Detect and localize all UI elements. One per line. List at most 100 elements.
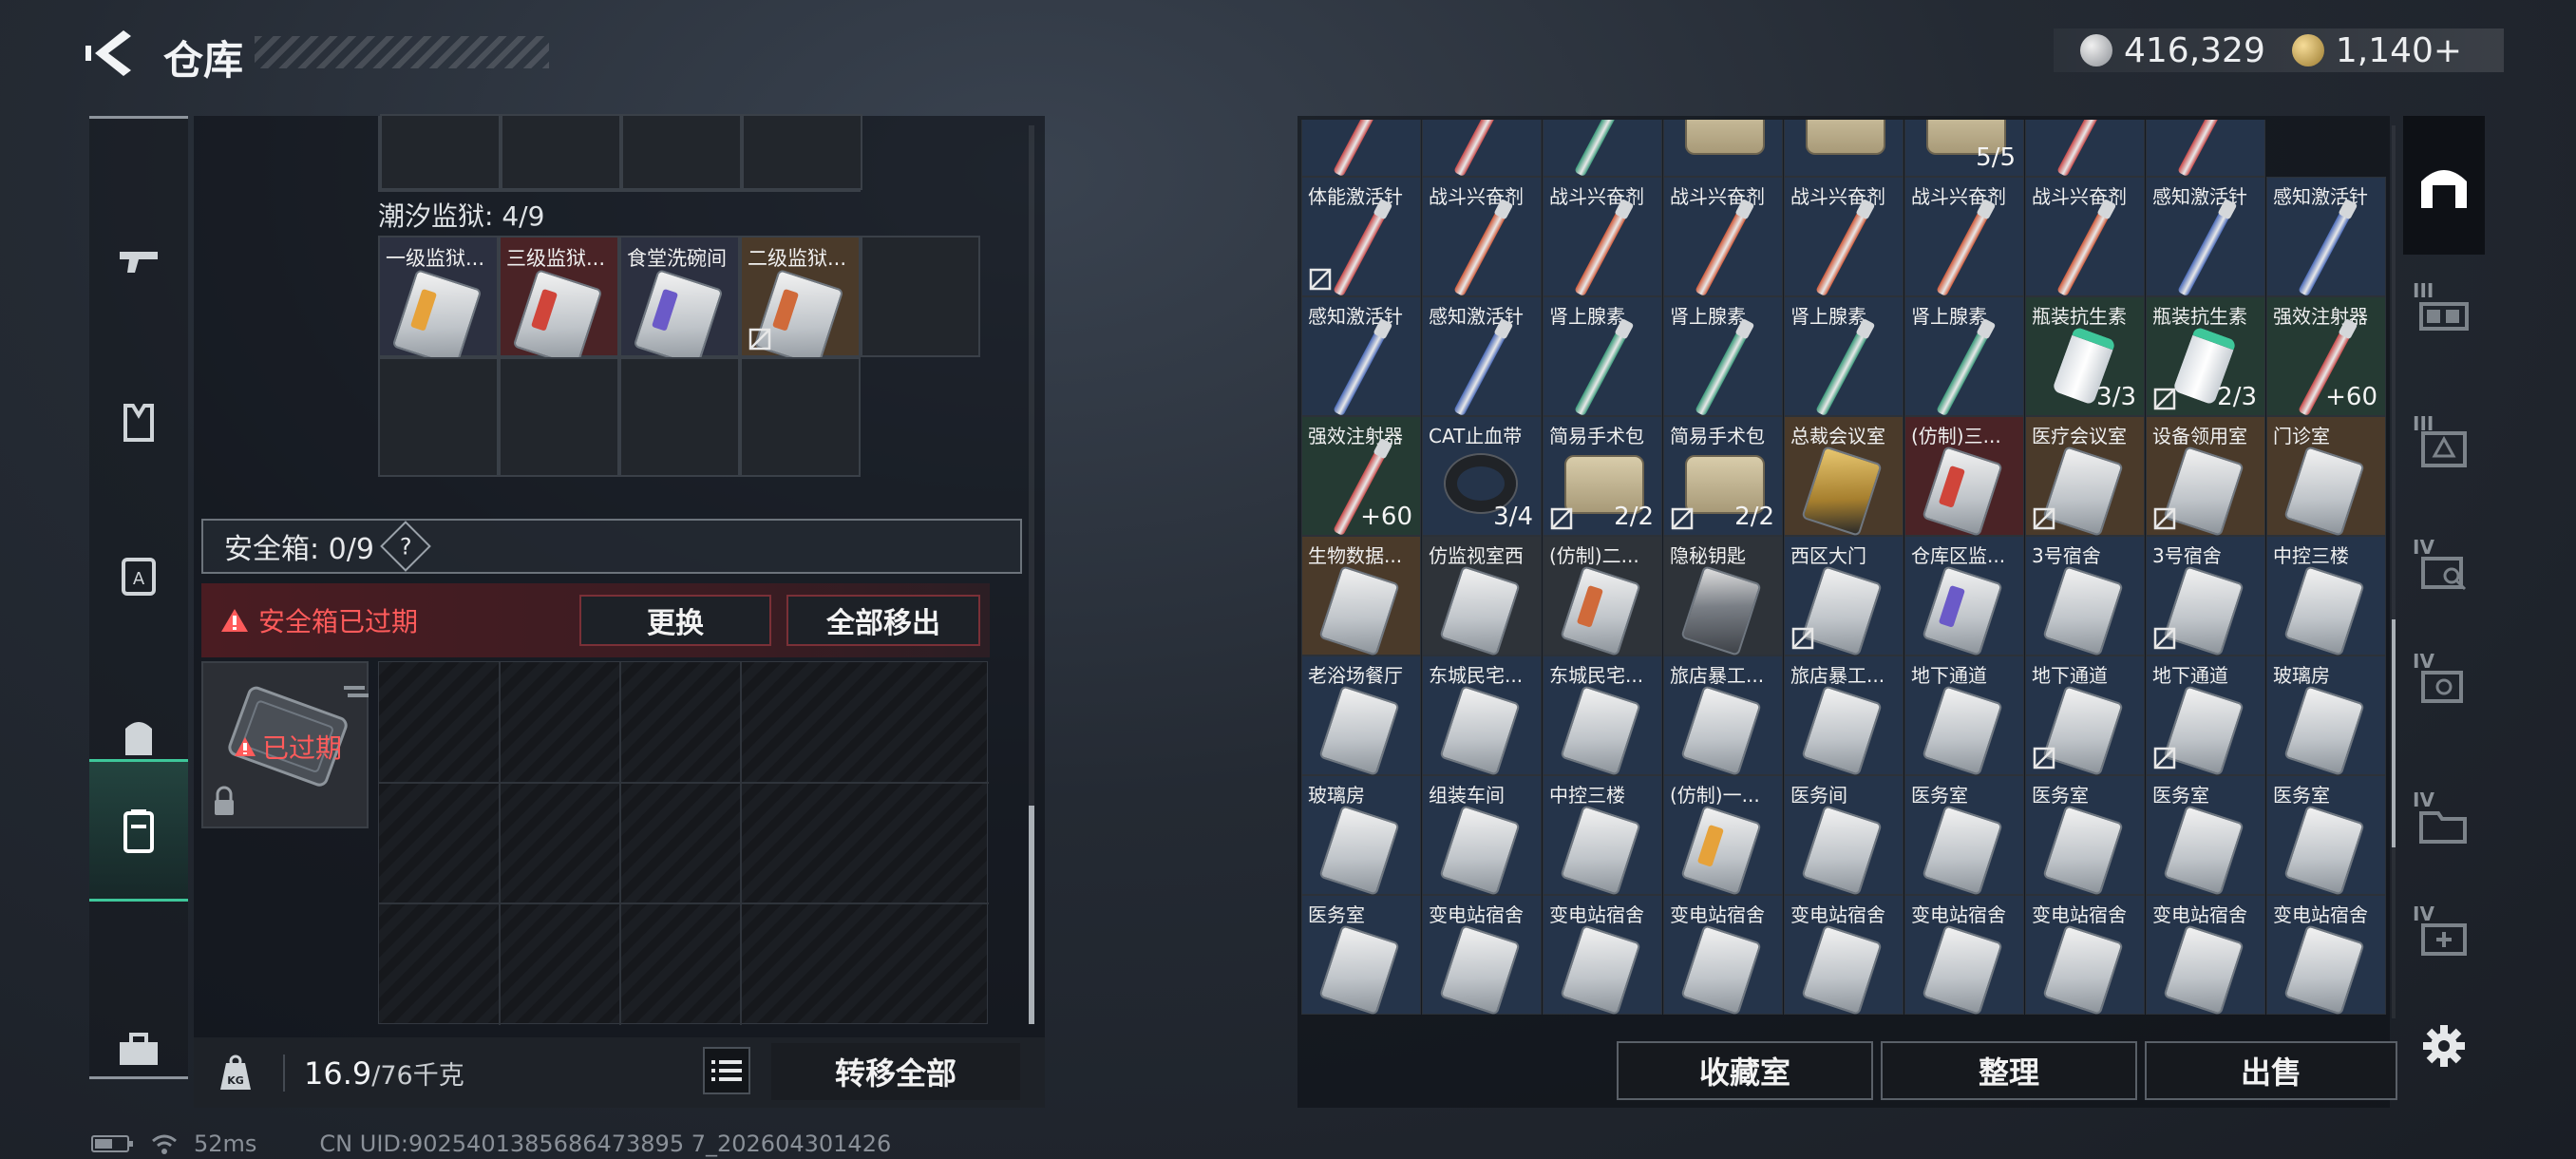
storage-item[interactable]: 老浴场餐厅	[1301, 656, 1421, 776]
storage-item[interactable]: 瓶装抗生素 3/3	[2025, 296, 2145, 416]
tab-storage-4a[interactable]: IV	[2403, 515, 2485, 629]
storage-item[interactable]: 感知激活针	[1301, 296, 1421, 417]
storage-item[interactable]: 变电站宿舍	[2266, 895, 2386, 1016]
storage-item[interactable]: 医务室	[1904, 775, 2024, 896]
grid-cell[interactable]	[740, 357, 861, 477]
container-item[interactable]: 食堂洗碗间	[619, 236, 740, 369]
storage-item[interactable]: 地下通道	[2146, 656, 2265, 776]
storage-item[interactable]: 战斗兴奋剂	[1422, 177, 1542, 297]
storage-item[interactable]: 医务室	[2146, 775, 2265, 896]
container-item[interactable]: 一级监狱...	[378, 236, 499, 369]
storage-item[interactable]: 玻璃房	[2266, 656, 2386, 776]
storage-item[interactable]	[2146, 120, 2265, 178]
storage-item[interactable]: CAT止血带 3/4	[1422, 416, 1542, 536]
organize-button[interactable]: 整理	[1881, 1041, 2137, 1100]
container-scrollbar-thumb[interactable]	[1029, 806, 1034, 1024]
container-item[interactable]: 二级监狱...	[740, 236, 861, 369]
tab-storage-4d[interactable]: IV	[2403, 882, 2485, 996]
nav-toolbox[interactable]	[89, 993, 188, 1107]
transfer-all-button[interactable]: 转移全部	[771, 1043, 1020, 1100]
storage-item[interactable]: 强效注射器 +60	[1301, 416, 1421, 537]
grid-cell[interactable]	[378, 357, 499, 477]
storage-item[interactable]: 强效注射器 +60	[2266, 296, 2386, 417]
storage-item[interactable]: 感知激活针	[2146, 177, 2265, 297]
storage-item[interactable]: 战斗兴奋剂	[1904, 177, 2024, 297]
storage-item[interactable]: 医务室	[2025, 775, 2145, 896]
storage-item[interactable]: 3号宿舍	[2025, 536, 2145, 656]
storage-item[interactable]: 5/5	[1904, 120, 2024, 177]
storage-item[interactable]: 玻璃房	[1301, 775, 1421, 896]
storage-item[interactable]: 医务间	[1784, 775, 1904, 896]
storage-item[interactable]	[1784, 120, 1904, 177]
grid-cell[interactable]	[501, 114, 621, 190]
storage-item[interactable]: 东城民宅...	[1422, 656, 1542, 776]
storage-item[interactable]: 设备领用室	[2146, 416, 2265, 537]
help-button[interactable]: ?	[380, 521, 431, 572]
storage-item[interactable]: 变电站宿舍	[1663, 895, 1783, 1016]
storage-item[interactable]: 门诊室	[2266, 416, 2386, 537]
storage-item[interactable]: 中控三楼	[2266, 536, 2386, 656]
collection-room-button[interactable]: 收藏室	[1617, 1041, 1873, 1100]
storage-item[interactable]: 变电站宿舍	[1543, 895, 1662, 1016]
sell-button[interactable]: 出售	[2145, 1041, 2397, 1100]
storage-item[interactable]: (仿制)二...	[1543, 536, 1662, 656]
storage-item[interactable]: 变电站宿舍	[1422, 895, 1542, 1016]
storage-item[interactable]: 肾上腺素	[1663, 296, 1783, 417]
remove-all-button[interactable]: 全部移出	[786, 595, 980, 646]
storage-item[interactable]: 体能激活针	[1301, 177, 1421, 297]
storage-item[interactable]: 变电站宿舍	[2146, 895, 2265, 1016]
storage-item[interactable]: 旅店暴工...	[1663, 656, 1783, 776]
tab-storage-3[interactable]: III	[2403, 258, 2485, 372]
storage-item[interactable]: (仿制)三...	[1904, 416, 2024, 537]
storage-item[interactable]: 感知激活针	[2266, 177, 2386, 297]
back-button[interactable]	[85, 28, 139, 78]
storage-item[interactable]: 肾上腺素	[1784, 296, 1904, 417]
storage-item[interactable]: 3号宿舍	[2146, 536, 2265, 656]
grid-cell[interactable]	[742, 114, 862, 190]
tab-storage-4b[interactable]: IV	[2403, 629, 2485, 743]
storage-item[interactable]: 中控三楼	[1543, 775, 1662, 896]
storage-item[interactable]: 感知激活针	[1422, 296, 1542, 417]
storage-item[interactable]: 简易手术包 2/2	[1663, 416, 1783, 536]
storage-item[interactable]: 战斗兴奋剂	[1663, 177, 1783, 297]
nav-vest[interactable]	[89, 366, 188, 480]
storage-item[interactable]: 地下通道	[1904, 656, 2024, 776]
storage-item[interactable]: 东城民宅...	[1543, 656, 1662, 776]
storage-item[interactable]: 总裁会议室	[1784, 416, 1904, 537]
storage-item[interactable]: 变电站宿舍	[1784, 895, 1904, 1016]
safe-box-item[interactable]: 已过期	[201, 661, 369, 828]
storage-item[interactable]: 旅店暴工...	[1784, 656, 1904, 776]
tab-storage-4c[interactable]: IV	[2403, 768, 2485, 882]
storage-item[interactable]: 仿监视室西	[1422, 536, 1542, 656]
settings-button[interactable]	[2418, 1020, 2470, 1072]
storage-item[interactable]: 仓库区监...	[1904, 536, 2024, 656]
storage-item[interactable]: 变电站宿舍	[2025, 895, 2145, 1016]
storage-scrollbar-thumb[interactable]	[2392, 619, 2396, 847]
storage-item[interactable]: 战斗兴奋剂	[2025, 177, 2145, 297]
storage-item[interactable]: 简易手术包 2/2	[1543, 416, 1662, 536]
tab-storage-3b[interactable]: III	[2403, 391, 2485, 505]
storage-item[interactable]	[1663, 120, 1783, 177]
storage-item[interactable]	[1543, 120, 1662, 178]
nav-armor[interactable]: A	[89, 518, 188, 632]
storage-item[interactable]: 瓶装抗生素 2/3	[2146, 296, 2265, 416]
storage-item[interactable]: 肾上腺素	[1543, 296, 1662, 417]
storage-item[interactable]: 医务室	[2266, 775, 2386, 896]
storage-item[interactable]: 隐秘钥匙	[1663, 536, 1783, 656]
replace-button[interactable]: 更换	[579, 595, 771, 646]
storage-scrollbar[interactable]	[2392, 125, 2396, 1018]
container-item[interactable]: 三级监狱...	[499, 236, 619, 369]
grid-cell[interactable]	[380, 114, 501, 190]
tab-warehouse[interactable]	[2403, 116, 2485, 255]
storage-item[interactable]	[1301, 120, 1421, 178]
grid-cell[interactable]	[499, 357, 619, 477]
storage-item[interactable]: 西区大门	[1784, 536, 1904, 656]
storage-item[interactable]: 肾上腺素	[1904, 296, 2024, 417]
storage-item[interactable]	[1422, 120, 1542, 178]
storage-item[interactable]: 生物数据...	[1301, 536, 1421, 656]
storage-item[interactable]: 医务室	[1301, 895, 1421, 1016]
grid-cell[interactable]	[619, 357, 740, 477]
storage-item[interactable]: 战斗兴奋剂	[1543, 177, 1662, 297]
storage-item[interactable]: 战斗兴奋剂	[1784, 177, 1904, 297]
storage-item[interactable]	[2025, 120, 2145, 178]
